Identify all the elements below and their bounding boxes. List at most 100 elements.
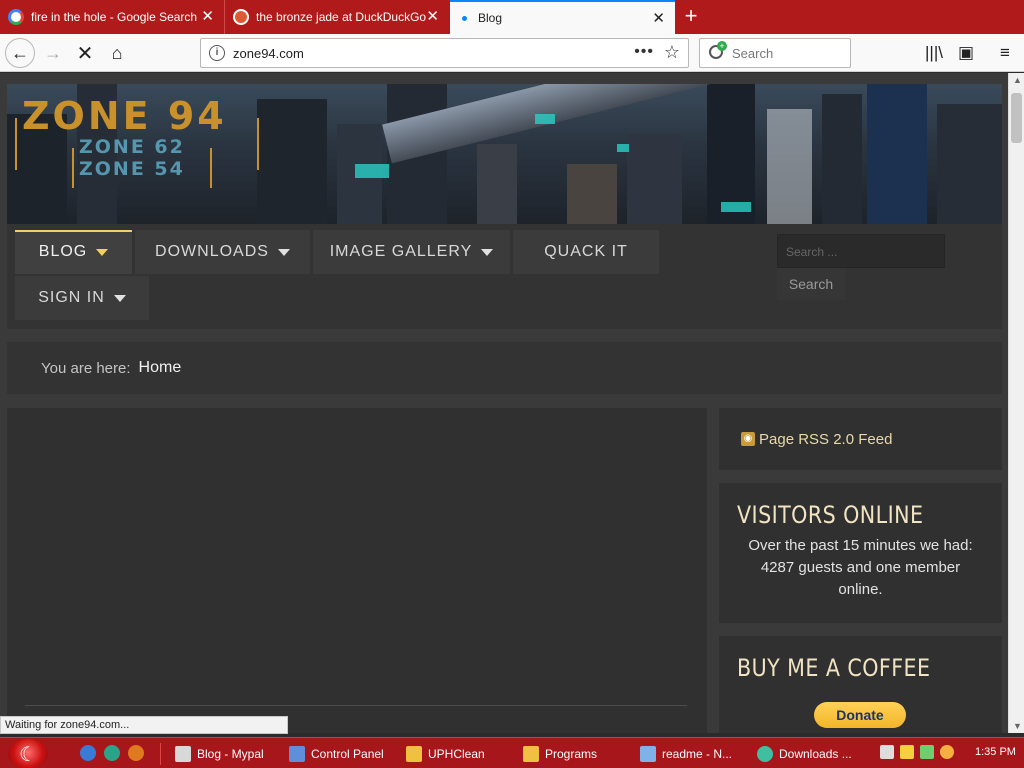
- tab-bar: fire in the hole - Google Search ✕ the b…: [0, 0, 1024, 34]
- site-search-placeholder: Search ...: [786, 245, 838, 259]
- taskbar-item-label: UPHClean: [428, 747, 485, 761]
- new-tab-button[interactable]: +: [680, 5, 702, 27]
- firefox-quicklaunch-icon[interactable]: [128, 745, 144, 761]
- mypal-icon: [175, 746, 191, 762]
- duckduckgo-icon: [233, 9, 249, 25]
- keyboard-icon[interactable]: [880, 745, 894, 759]
- search-tray-icon[interactable]: [940, 745, 954, 759]
- caret-down-icon: [113, 294, 126, 302]
- menu-item-blog[interactable]: BLOG: [15, 230, 132, 274]
- menu-button[interactable]: ≡: [993, 40, 1017, 66]
- home-button[interactable]: ⌂: [102, 38, 132, 68]
- donate-button[interactable]: Donate: [814, 702, 906, 728]
- coffee-title: BUY ME A COFFEE: [737, 654, 931, 682]
- bookmark-star-icon[interactable]: ☆: [664, 42, 680, 63]
- menu-item-label: IMAGE GALLERY: [329, 243, 473, 260]
- tab-blog-active[interactable]: Blog ✕: [450, 0, 675, 34]
- menu-item-quack-it[interactable]: QUACK IT: [513, 230, 659, 274]
- rss-feed-link[interactable]: Page RSS 2.0 Feed: [759, 431, 892, 448]
- scrollbar-thumb[interactable]: [1011, 93, 1022, 143]
- taskbar: ☾ Blog - Mypal Control Panel UPHClean Pr…: [0, 737, 1024, 768]
- shield-icon[interactable]: [900, 745, 914, 759]
- rss-icon: ◉: [741, 432, 755, 446]
- tab-title: Blog: [478, 11, 503, 25]
- library-button[interactable]: |||\: [922, 40, 946, 66]
- close-tab-icon[interactable]: ✕: [652, 11, 665, 26]
- search-placeholder: Search: [732, 46, 774, 61]
- taskbar-item-label: readme - N...: [662, 747, 733, 761]
- url-text[interactable]: zone94.com: [233, 46, 304, 61]
- page-actions-icon[interactable]: •••: [634, 43, 654, 61]
- tab-title: fire in the hole - Google Search: [31, 10, 198, 24]
- tab-google-search[interactable]: fire in the hole - Google Search ✕: [0, 0, 224, 34]
- start-button[interactable]: ☾: [8, 739, 48, 768]
- page-content: ZONE 94 ZONE 62 ZONE 54 BLOG DOWNLOADS I…: [0, 73, 1008, 733]
- app-quicklaunch-icon[interactable]: [104, 745, 120, 761]
- folder-icon: [523, 746, 539, 762]
- menu-item-label: DOWNLOADS: [155, 243, 269, 260]
- taskbar-item-readme[interactable]: readme - N...: [640, 741, 732, 767]
- logo-subtitle: ZONE 54: [79, 158, 185, 180]
- visitors-title: VISITORS ONLINE: [737, 501, 924, 529]
- visitors-online-box: VISITORS ONLINE Over the past 15 minutes…: [719, 483, 1002, 623]
- arrow-left-icon: ←: [11, 42, 29, 63]
- downloads-icon: [757, 746, 773, 762]
- taskbar-item-downloads[interactable]: Downloads ...: [757, 741, 852, 767]
- breadcrumb: You are here: Home: [7, 342, 1002, 394]
- loading-icon: [462, 15, 467, 21]
- taskbar-item-uphclean[interactable]: UPHClean: [406, 741, 485, 767]
- browser-quicklaunch-icon[interactable]: [80, 745, 96, 761]
- site-search-button[interactable]: Search: [777, 268, 845, 300]
- page-scrollbar[interactable]: ▲ ▼: [1008, 73, 1024, 733]
- arrow-right-icon: →: [44, 42, 62, 63]
- home-icon: ⌂: [111, 42, 123, 63]
- menu-item-label: SIGN IN: [38, 289, 105, 306]
- breadcrumb-label: You are here:: [41, 359, 131, 377]
- menu-item-label: QUACK IT: [544, 243, 628, 260]
- rss-feed-box: ◉ Page RSS 2.0 Feed: [719, 408, 1002, 470]
- scroll-down-icon[interactable]: ▼: [1013, 721, 1022, 731]
- control-panel-icon: [289, 746, 305, 762]
- back-button[interactable]: ←: [5, 38, 35, 68]
- taskbar-item-label: Programs: [545, 747, 598, 761]
- site-banner[interactable]: ZONE 94 ZONE 62 ZONE 54: [7, 84, 1002, 224]
- menu-item-label: BLOG: [38, 243, 88, 260]
- sidebar-button[interactable]: ▣: [954, 40, 978, 66]
- browser-search-input[interactable]: + Search: [699, 38, 851, 68]
- divider: [25, 705, 687, 706]
- visitors-text: Over the past 15 minutes we had: 4287 gu…: [748, 537, 973, 598]
- url-bar[interactable]: i zone94.com ••• ☆: [200, 38, 689, 68]
- site-logo[interactable]: ZONE 94 ZONE 62 ZONE 54: [15, 96, 259, 188]
- forward-button[interactable]: →: [38, 38, 68, 68]
- library-icon: |||\: [925, 43, 943, 62]
- menu-item-downloads[interactable]: DOWNLOADS: [135, 230, 310, 274]
- clock[interactable]: 1:35 PM: [975, 746, 1016, 758]
- google-icon: [8, 9, 24, 25]
- caret-down-icon: [96, 248, 109, 256]
- network-icon[interactable]: [920, 745, 934, 759]
- taskbar-item-control-panel[interactable]: Control Panel: [289, 741, 384, 767]
- taskbar-item-programs[interactable]: Programs: [523, 741, 597, 767]
- site-search-input[interactable]: Search ...: [777, 234, 945, 268]
- nav-toolbar: ← → ✕ ⌂ i zone94.com ••• ☆ + Search |||\…: [0, 34, 1024, 72]
- close-icon: ✕: [76, 42, 94, 65]
- info-icon[interactable]: i: [209, 45, 225, 61]
- stop-button[interactable]: ✕: [70, 38, 100, 68]
- tab-duckduckgo[interactable]: the bronze jade at DuckDuckGo ✕: [224, 0, 449, 34]
- taskbar-item-label: Blog - Mypal: [197, 747, 264, 761]
- start-orb-icon: ☾: [19, 743, 37, 766]
- menu-item-image-gallery[interactable]: IMAGE GALLERY: [313, 230, 510, 274]
- close-tab-icon[interactable]: ✕: [201, 9, 214, 24]
- close-tab-icon[interactable]: ✕: [426, 9, 439, 24]
- taskbar-item-blog[interactable]: Blog - Mypal: [175, 741, 264, 767]
- breadcrumb-current[interactable]: Home: [139, 359, 182, 377]
- main-menu: BLOG DOWNLOADS IMAGE GALLERY QUACK IT SI…: [7, 224, 1002, 329]
- scroll-up-icon[interactable]: ▲: [1013, 75, 1022, 85]
- hamburger-icon: ≡: [1000, 43, 1010, 62]
- status-bar: Waiting for zone94.com...: [0, 716, 288, 734]
- add-search-engine-icon: +: [717, 41, 727, 51]
- taskbar-item-label: Downloads ...: [779, 747, 852, 761]
- sidebar-icon: ▣: [957, 43, 975, 62]
- buy-me-a-coffee-box: BUY ME A COFFEE Donate: [719, 636, 1002, 733]
- menu-item-sign-in[interactable]: SIGN IN: [15, 276, 149, 320]
